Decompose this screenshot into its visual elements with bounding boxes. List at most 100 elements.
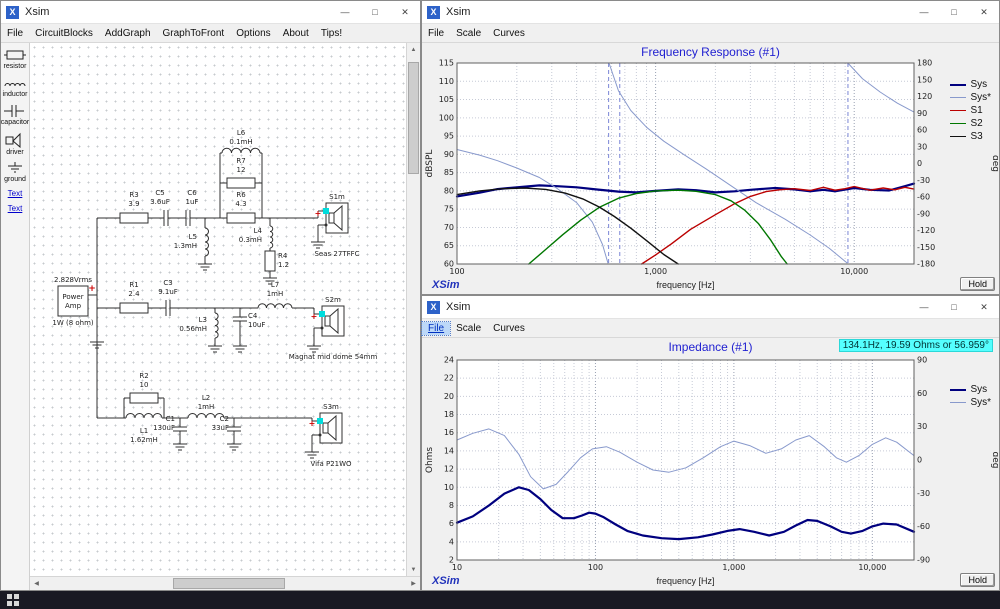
tool-capacitor[interactable]: capacitor [1,104,29,126]
maximize-button[interactable]: □ [939,1,969,23]
menu-addgraph[interactable]: AddGraph [99,27,157,40]
minimize-button[interactable]: — [330,1,360,23]
menu-curves[interactable]: Curves [487,27,531,40]
scroll-left-icon[interactable]: ◀ [30,577,43,590]
svg-text:70: 70 [444,223,454,232]
windows-logo-icon [7,594,19,606]
maximize-button[interactable]: □ [939,296,969,318]
close-button[interactable]: ✕ [390,1,420,23]
vertical-scrollbar[interactable]: ▲ ▼ [406,43,420,576]
menu-options[interactable]: Options [230,27,276,40]
horizontal-scroll-thumb[interactable] [173,578,285,589]
close-button[interactable]: ✕ [969,296,999,318]
svg-text:L1: L1 [140,427,148,435]
imp-plot[interactable]: 24681012141618202224-90-60-30030609010 10… [423,354,998,574]
svg-text:20: 20 [444,392,454,401]
tool-resistor[interactable]: resistor [3,48,26,70]
svg-text:1mH: 1mH [267,290,284,298]
menu-curves[interactable]: Curves [487,322,531,335]
tool-driver[interactable]: driver [4,132,26,156]
svg-text:L6: L6 [237,129,246,137]
svg-text:8: 8 [449,501,454,510]
svg-text:10uF: 10uF [248,321,265,329]
svg-text:80: 80 [444,186,454,195]
svg-text:C4: C4 [248,312,258,320]
svg-text:S3m: S3m [323,403,339,411]
svg-text:10: 10 [140,381,149,389]
svg-text:16: 16 [444,428,454,437]
minimize-button[interactable]: — [909,296,939,318]
maximize-button[interactable]: □ [360,1,390,23]
hold-button[interactable]: Hold [960,573,995,587]
svg-text:0.56mH: 0.56mH [179,325,207,333]
impedance-window: X Xsim — □ ✕ File Scale Curves 134.1Hz, … [420,295,1000,591]
svg-text:75: 75 [444,205,454,214]
svg-text:2.4: 2.4 [128,290,140,298]
scroll-up-icon[interactable]: ▲ [407,43,420,56]
svg-text:L5: L5 [189,233,197,241]
svg-text:R6: R6 [236,191,246,199]
svg-text:4: 4 [449,537,454,546]
menu-circuitblocks[interactable]: CircuitBlocks [29,27,99,40]
schematic-canvas[interactable]: R3 3.9 C5 3.6uF C6 1uF R6 4.3 L6 0.1mH R7 12 L5 1.3mH… [30,43,406,576]
svg-text:120: 120 [917,92,932,101]
menu-file[interactable]: File [420,320,452,336]
frequency-response-window: X Xsim — □ ✕ File Scale Curves Frequency… [421,0,1000,295]
svg-text:+: + [311,312,318,321]
fr-window-titlebar[interactable]: X Xsim — □ ✕ [422,1,999,24]
svg-text:1.62mH: 1.62mH [130,436,158,444]
svg-text:110: 110 [439,77,454,86]
minimize-button[interactable]: — [909,1,939,23]
scroll-down-icon[interactable]: ▼ [407,563,420,576]
menu-tips[interactable]: Tips! [315,27,348,40]
svg-text:0.3mH: 0.3mH [239,236,262,244]
start-button[interactable] [0,591,26,609]
svg-text:C5: C5 [155,189,164,197]
crossover-schematic[interactable]: R33.9 C53.6uF C61uF R64.3 L60.1mH R712 L51.3mH… [30,43,406,576]
svg-text:90: 90 [444,150,454,159]
svg-text:100: 100 [439,113,454,122]
svg-text:C1: C1 [166,415,175,423]
svg-text:R3: R3 [129,191,138,199]
svg-text:30: 30 [917,422,927,431]
menu-about[interactable]: About [277,27,315,40]
tool-ground[interactable]: ground [4,162,26,183]
menu-graphtofront[interactable]: GraphToFront [157,27,231,40]
horizontal-scrollbar[interactable]: ◀ ▶ [30,576,420,590]
menu-file[interactable]: File [1,27,29,40]
driver-icon [5,132,21,148]
hold-button[interactable]: Hold [960,277,995,291]
tool-text-2[interactable]: Text [8,204,23,213]
svg-text:105: 105 [439,95,454,104]
tool-inductor[interactable]: inductor [3,76,27,98]
menu-scale[interactable]: Scale [450,322,487,335]
menu-scale[interactable]: Scale [450,27,487,40]
imp-legend: Sys Sys* [950,384,991,408]
svg-text:95: 95 [444,132,454,141]
svg-text:Seas 27TFFC: Seas 27TFFC [314,250,359,258]
svg-text:Magnat mid dome 54mm: Magnat mid dome 54mm [289,353,378,361]
close-button[interactable]: ✕ [969,1,999,23]
svg-text:12: 12 [444,465,454,474]
component-toolbar: resistor inductor capacitor driver groun… [1,43,30,590]
svg-text:R7: R7 [236,157,245,165]
svg-text:L3: L3 [199,316,207,324]
imp-chart-area: 134.1Hz, 19.59 Ohms or 56.959° Impedance… [422,338,999,590]
svg-text:130uF: 130uF [153,424,175,432]
imp-window-titlebar[interactable]: X Xsim — □ ✕ [422,296,999,319]
tool-text-1[interactable]: Text [8,189,23,198]
schematic-window-titlebar[interactable]: X Xsim — □ ✕ [1,1,420,24]
fr-plot[interactable]: 60 65 70 75 80 85 90 95 100 105 110 115 -180 -150 -120… [423,59,998,278]
menu-file[interactable]: File [422,27,450,40]
schematic-menubar: File CircuitBlocks AddGraph GraphToFront… [1,24,420,43]
vertical-scroll-thumb[interactable] [408,62,419,174]
svg-text:60: 60 [917,126,927,135]
svg-text:24: 24 [444,356,454,365]
resistor-icon [3,50,26,60]
svg-text:C2: C2 [220,415,229,423]
svg-text:90: 90 [917,356,927,365]
scroll-right-icon[interactable]: ▶ [407,577,420,590]
svg-text:10,000: 10,000 [858,563,886,572]
svg-text:1,000: 1,000 [722,563,745,572]
imp-chart-title: Impedance (#1) [668,340,753,354]
